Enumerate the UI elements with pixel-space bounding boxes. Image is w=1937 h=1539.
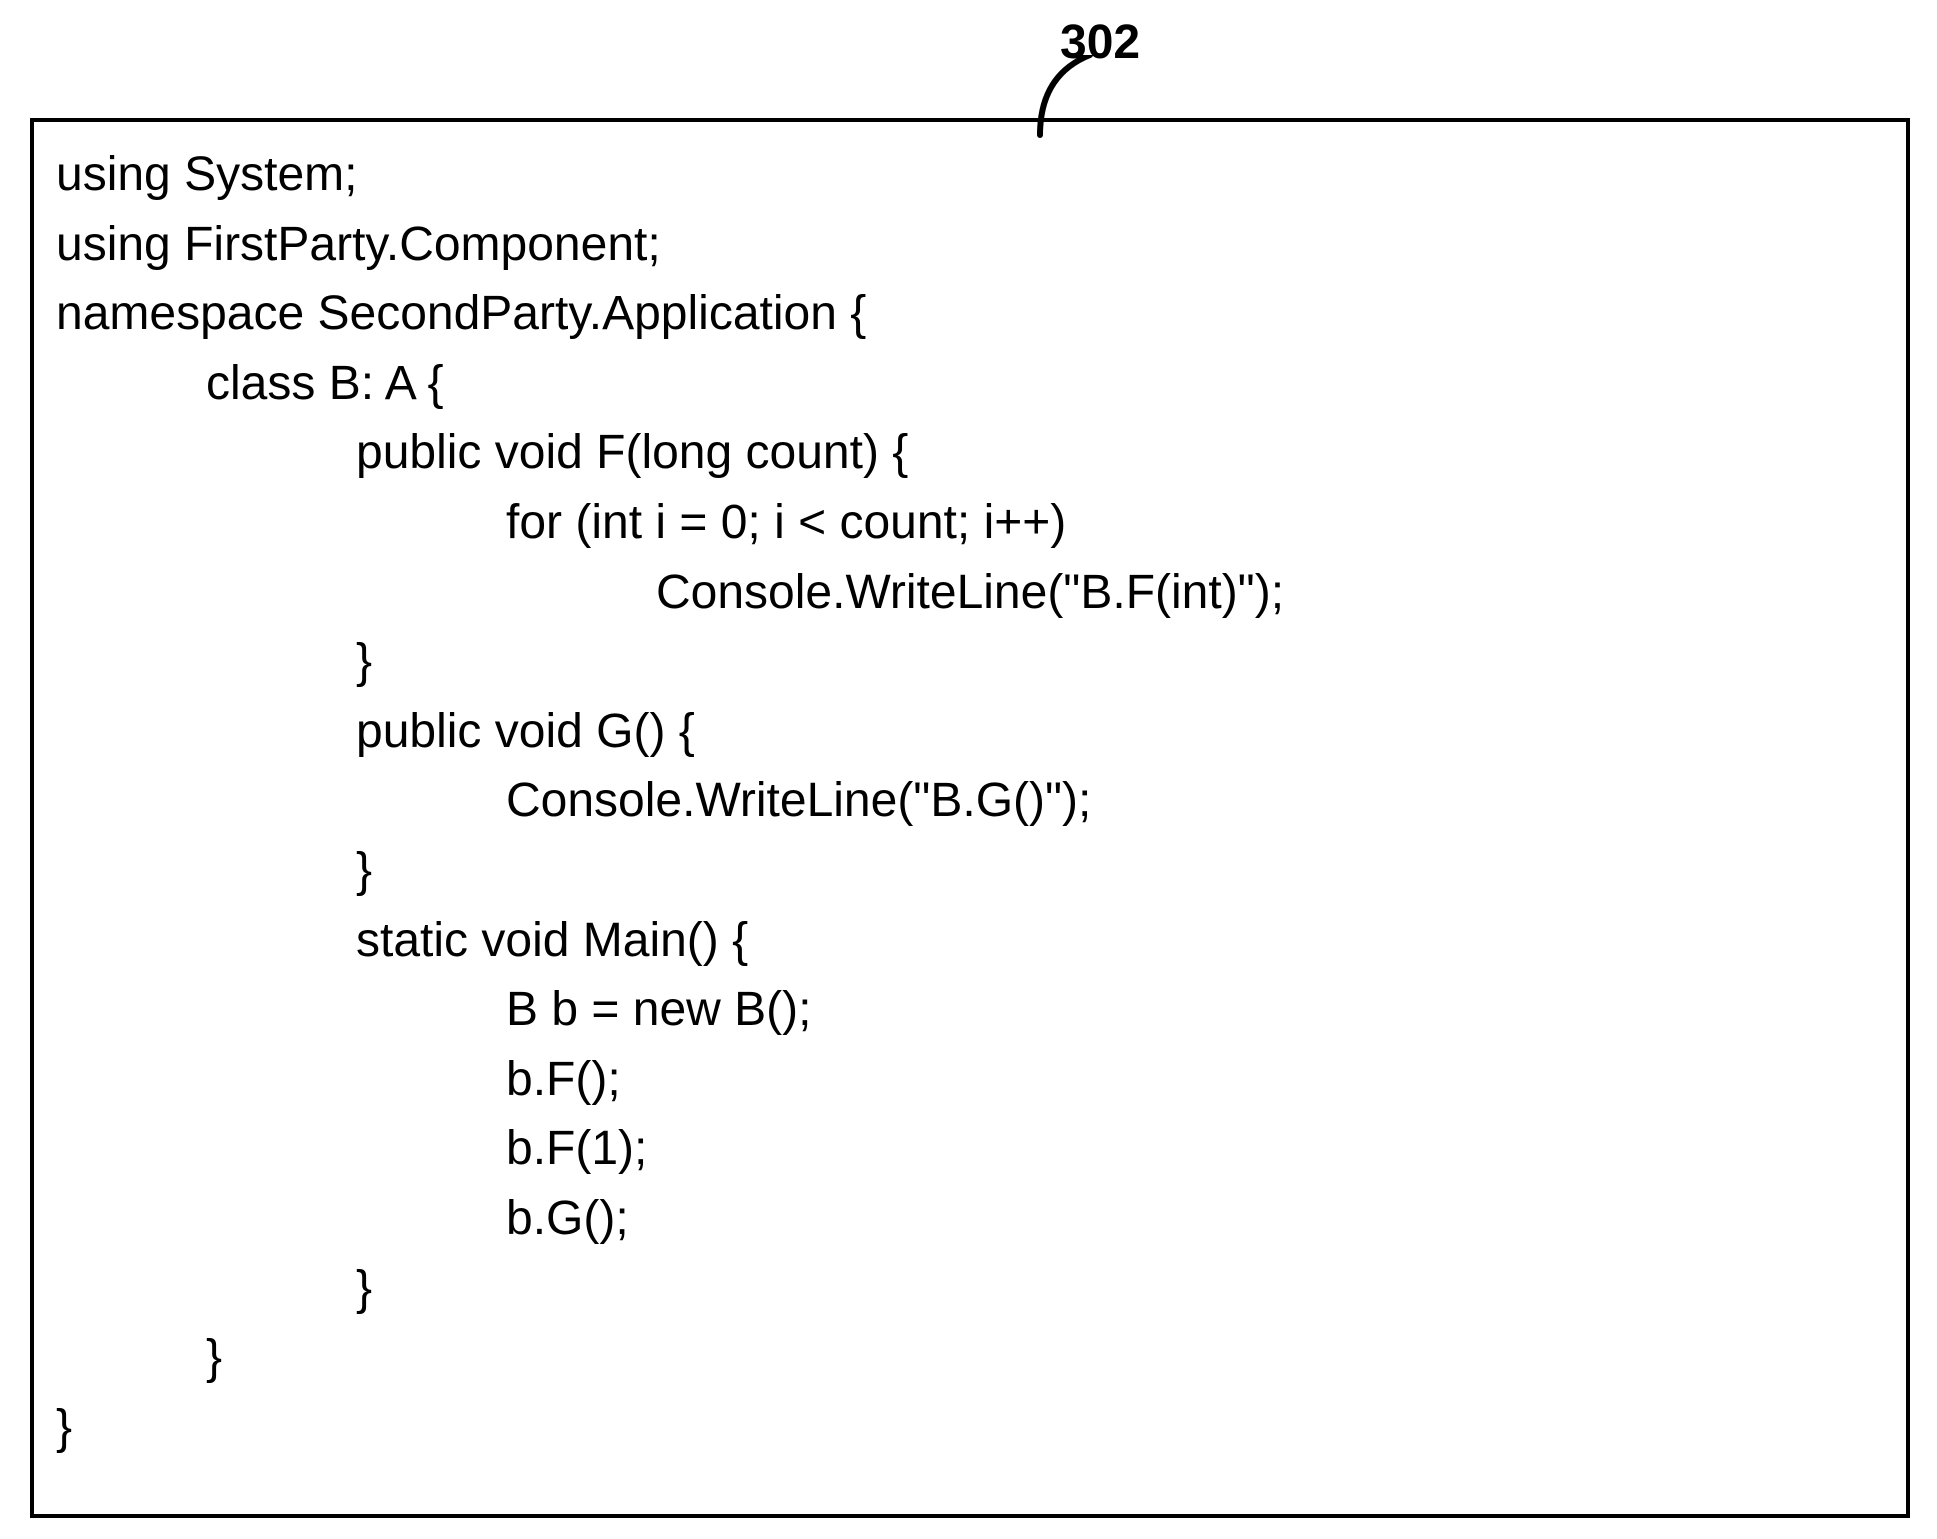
code-line: } [56, 1393, 1884, 1463]
code-line: b.G(); [56, 1184, 1884, 1254]
code-line: b.F(); [56, 1045, 1884, 1115]
code-line: } [56, 836, 1884, 906]
code-line: for (int i = 0; i < count; i++) [56, 488, 1884, 558]
code-line: public void G() { [56, 697, 1884, 767]
code-line: Console.WriteLine("B.F(int)"); [56, 558, 1884, 628]
code-line: using FirstParty.Component; [56, 210, 1884, 280]
code-line: namespace SecondParty.Application { [56, 279, 1884, 349]
code-line: } [56, 1323, 1884, 1393]
code-listing-box: using System; using FirstParty.Component… [30, 118, 1910, 1518]
code-line: using System; [56, 140, 1884, 210]
code-line: static void Main() { [56, 906, 1884, 976]
code-line: public void F(long count) { [56, 418, 1884, 488]
code-line: } [56, 1254, 1884, 1324]
code-line: Console.WriteLine("B.G()"); [56, 766, 1884, 836]
code-line: } [56, 627, 1884, 697]
code-line: B b = new B(); [56, 975, 1884, 1045]
code-line: b.F(1); [56, 1114, 1884, 1184]
callout-annotation: 302 [1030, 15, 1140, 70]
code-line: class B: A { [56, 349, 1884, 419]
